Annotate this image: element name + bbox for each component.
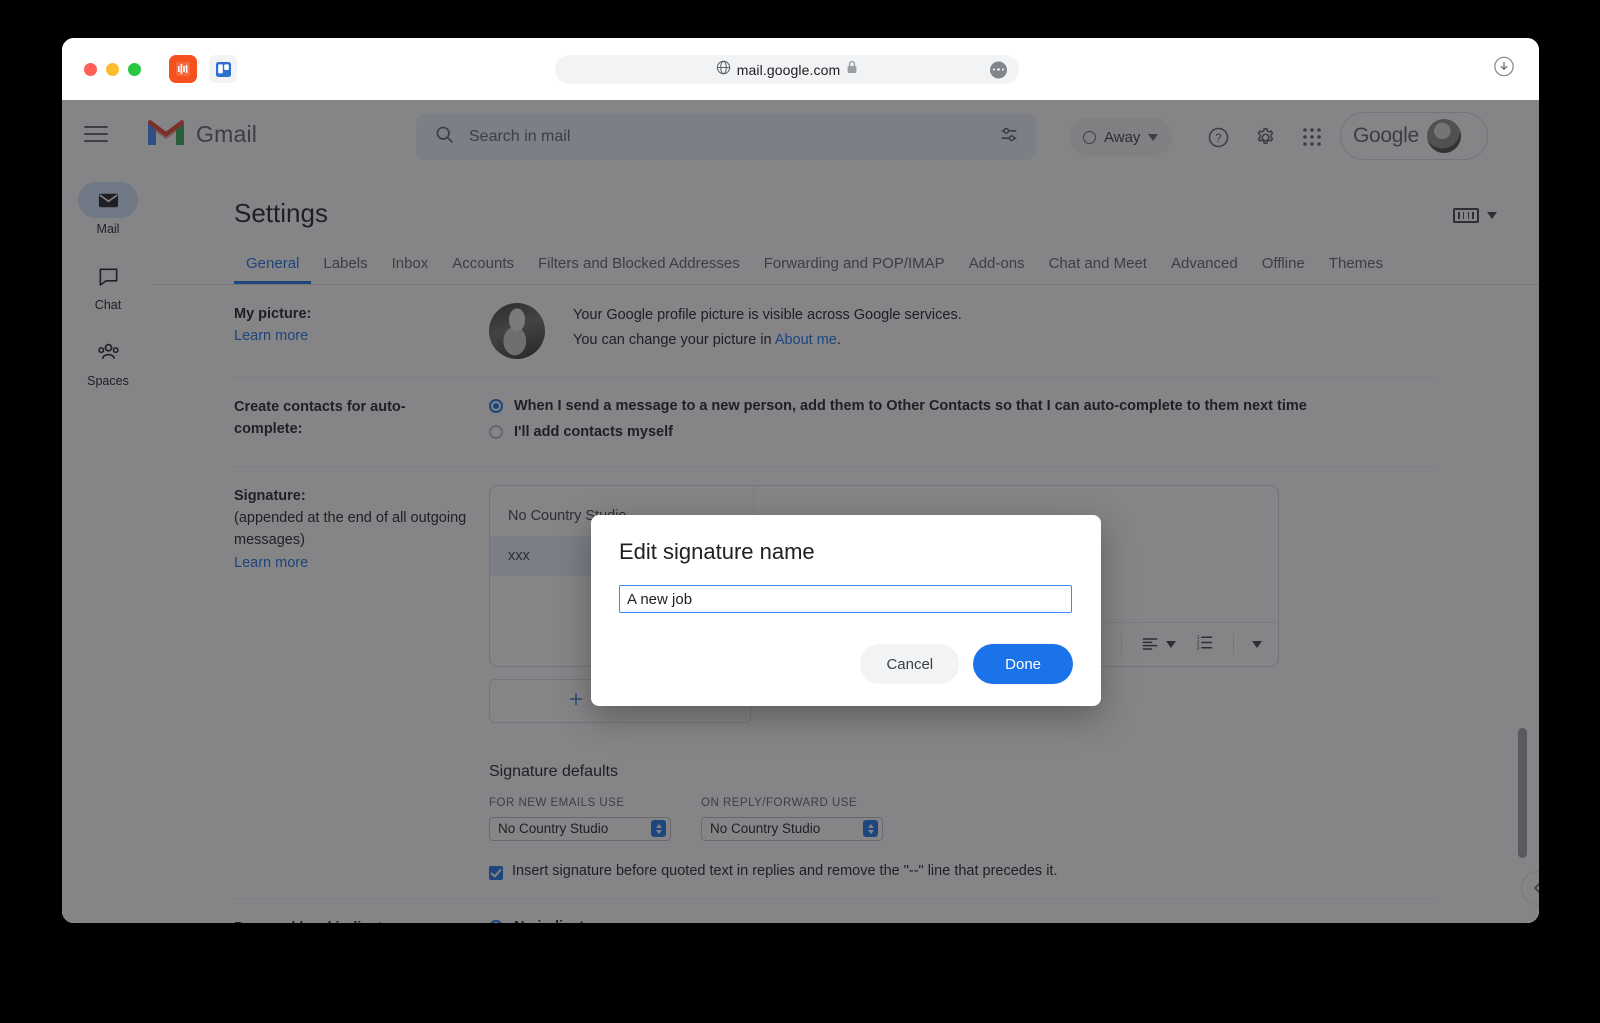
signature-name-input[interactable]: A new job — [619, 585, 1072, 613]
dialog-title: Edit signature name — [619, 539, 815, 564]
url-text: mail.google.com — [736, 61, 841, 78]
dialog-actions: Cancel Done — [860, 644, 1073, 684]
maximize-window-button[interactable] — [128, 62, 141, 76]
desktop-backdrop: mail.google.com Edit signature name A ne… — [0, 0, 1600, 1023]
window-traffic-lights[interactable] — [84, 62, 141, 76]
modal-scrim[interactable] — [62, 100, 1539, 923]
edit-signature-name-dialog: Edit signature name A new job Cancel Don… — [591, 515, 1101, 706]
globe-icon — [716, 60, 731, 80]
browser-window: mail.google.com Edit signature name A ne… — [62, 38, 1539, 923]
minimize-window-button[interactable] — [106, 62, 119, 76]
download-icon[interactable] — [1493, 56, 1515, 83]
browser-extensions — [169, 55, 237, 83]
close-window-button[interactable] — [84, 62, 97, 76]
lock-icon — [846, 60, 858, 79]
address-bar[interactable]: mail.google.com — [555, 55, 1019, 84]
browser-chrome: mail.google.com — [62, 38, 1539, 100]
extension-trello-icon[interactable] — [209, 55, 237, 83]
gmail-application: Gmail Search in mail — [62, 100, 1539, 923]
extension-orange-icon[interactable] — [169, 55, 197, 83]
page-menu-button[interactable] — [990, 61, 1007, 78]
cancel-button[interactable]: Cancel — [860, 644, 960, 684]
done-button[interactable]: Done — [973, 644, 1073, 684]
signature-name-value: A new job — [627, 590, 693, 608]
